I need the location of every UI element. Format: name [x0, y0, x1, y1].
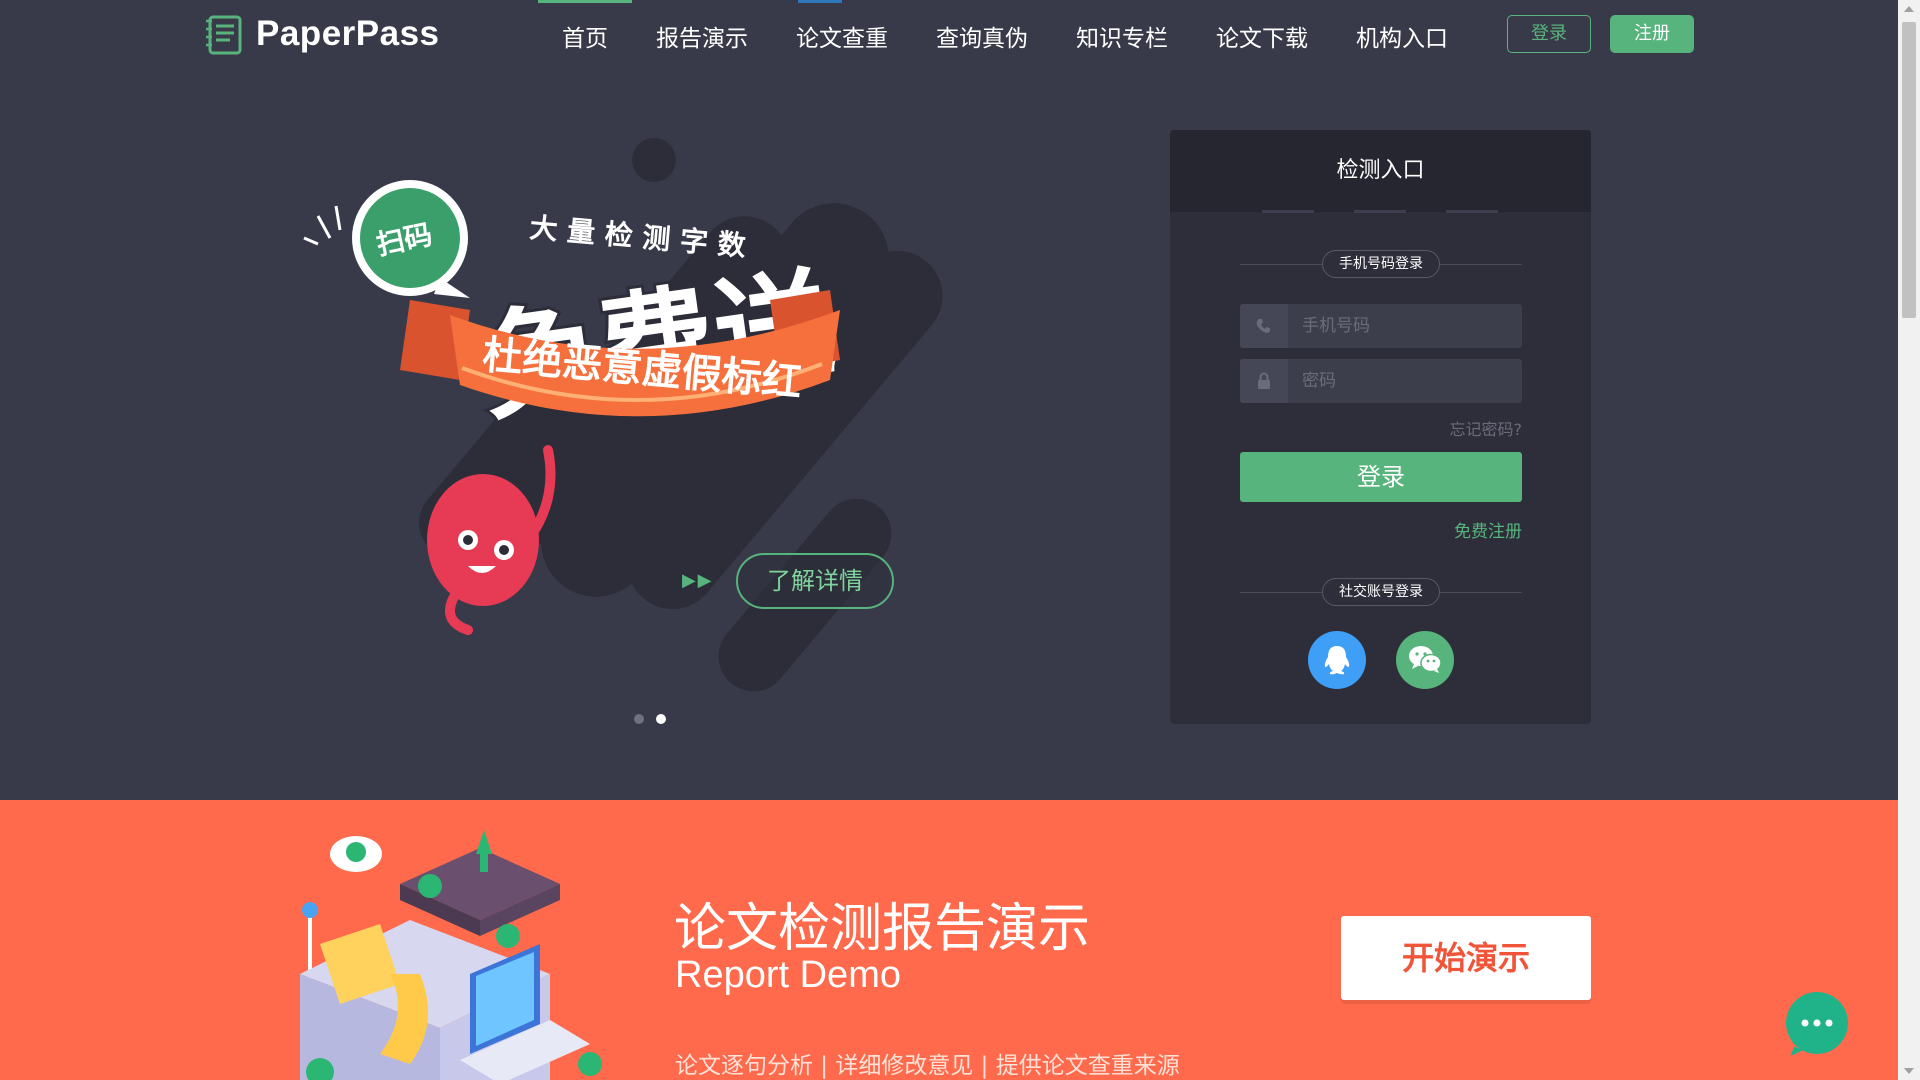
nav-verify[interactable]: 查询真伪 — [912, 0, 1052, 80]
chat-dots-icon — [1801, 1019, 1833, 1027]
nav-paper-download[interactable]: 论文下载 — [1192, 0, 1332, 80]
report-demo-subtitle: Report Demo — [675, 954, 901, 996]
scan-bubble: 扫码 — [303, 180, 470, 298]
report-demo-description: 论文逐句分析 | 详细修改意见 | 提供论文查重来源 — [675, 1053, 1180, 1079]
top-navbar: PaperPass 首页 报告演示 论文查重 查询真伪 知识专栏 论文下载 机构… — [0, 0, 1898, 80]
forgot-password-link[interactable]: 忘记密码? — [1450, 416, 1523, 440]
login-panel-title: 检测入口 — [1170, 130, 1591, 212]
notebook-icon — [206, 15, 242, 55]
phone-input[interactable] — [1288, 304, 1522, 348]
carousel-dot-1[interactable] — [634, 714, 644, 724]
scroll-up-arrow-icon[interactable] — [1904, 6, 1914, 12]
report-demo-illustration — [300, 830, 602, 1080]
page-scrollbar[interactable] — [1898, 0, 1920, 1080]
nav-home[interactable]: 首页 — [538, 0, 632, 80]
report-demo-band: 论文检测报告演示 Report Demo 论文逐句分析 | 详细修改意见 | 提… — [0, 800, 1898, 1080]
wechat-login-button[interactable] — [1396, 631, 1454, 689]
login-submit-button[interactable]: 登录 — [1240, 452, 1522, 502]
qq-icon — [1324, 646, 1350, 675]
phone-login-divider: 手机号码登录 — [1240, 250, 1522, 278]
lock-icon — [1240, 359, 1288, 403]
scroll-down-arrow-icon[interactable] — [1904, 1068, 1914, 1074]
start-demo-button[interactable]: 开始演示 — [1341, 916, 1591, 1000]
carousel-dots — [634, 714, 666, 724]
nav-knowledge[interactable]: 知识专栏 — [1052, 0, 1192, 80]
login-tab-indicator — [1446, 210, 1498, 213]
scrollbar-thumb[interactable] — [1902, 22, 1916, 318]
nav-paper-check[interactable]: 论文查重 — [772, 0, 912, 80]
wechat-icon — [1409, 646, 1442, 673]
hero-banner-illustration[interactable]: 大 量 检 测 字 数 扫码 免费送 杜绝恶意虚假标红 — [300, 120, 1020, 740]
login-panel-tabs — [1262, 210, 1498, 213]
phone-login-label: 手机号码登录 — [1322, 250, 1440, 278]
top-login-button[interactable]: 登录 — [1507, 15, 1591, 53]
learn-more-arrows-icon: ▶ ▶ — [682, 570, 711, 591]
main-menu: 首页 报告演示 论文查重 查询真伪 知识专栏 论文下载 机构入口 — [538, 0, 1472, 80]
learn-more-button[interactable]: 了解详情 — [736, 553, 894, 609]
nav-report-demo[interactable]: 报告演示 — [632, 0, 772, 80]
login-tab-indicator — [1262, 210, 1314, 213]
phone-field — [1240, 304, 1522, 348]
chat-bubble-button[interactable] — [1786, 992, 1848, 1054]
qq-login-button[interactable] — [1308, 631, 1366, 689]
nav-institution[interactable]: 机构入口 — [1332, 0, 1472, 80]
free-register-link[interactable]: 免费注册 — [1454, 517, 1522, 542]
carousel-dot-2[interactable] — [656, 714, 666, 724]
social-login-divider: 社交账号登录 — [1240, 578, 1522, 606]
social-login-label: 社交账号登录 — [1322, 578, 1440, 606]
top-register-button[interactable]: 注册 — [1610, 15, 1694, 53]
login-tab-indicator — [1354, 210, 1406, 213]
login-panel: 检测入口 手机号码登录 忘记密码? 登录 免费注册 社交账号登录 — [1170, 130, 1591, 724]
report-demo-title: 论文检测报告演示 — [674, 899, 1091, 959]
password-field — [1240, 359, 1522, 403]
phone-icon — [1240, 304, 1288, 348]
brand-name: PaperPass — [256, 14, 440, 53]
brand-logo[interactable]: PaperPass — [204, 12, 440, 56]
hero-headline-top: 大 量 检 测 字 数 — [528, 211, 748, 263]
password-input[interactable] — [1288, 359, 1522, 403]
